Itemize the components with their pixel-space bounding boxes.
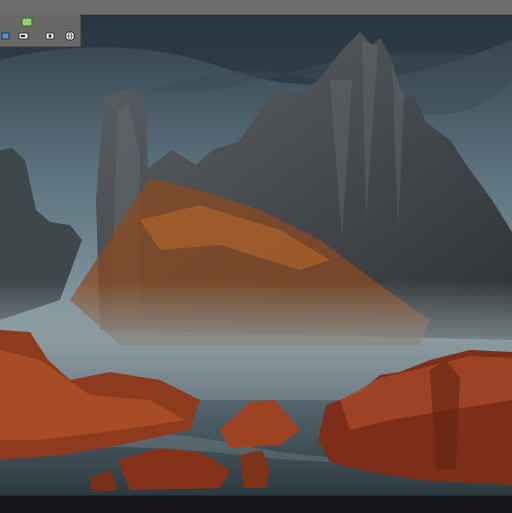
tablet-icon[interactable] (18, 30, 30, 42)
camera-icon[interactable] (44, 30, 56, 42)
desktop-wallpaper (0, 0, 512, 512)
app-icon-blue[interactable] (0, 30, 12, 42)
desktop-icon-panel (0, 14, 81, 47)
app-icon-green[interactable] (21, 16, 33, 28)
globe-icon[interactable] (64, 30, 76, 42)
top-panel (0, 0, 512, 15)
taskbar (0, 495, 512, 513)
